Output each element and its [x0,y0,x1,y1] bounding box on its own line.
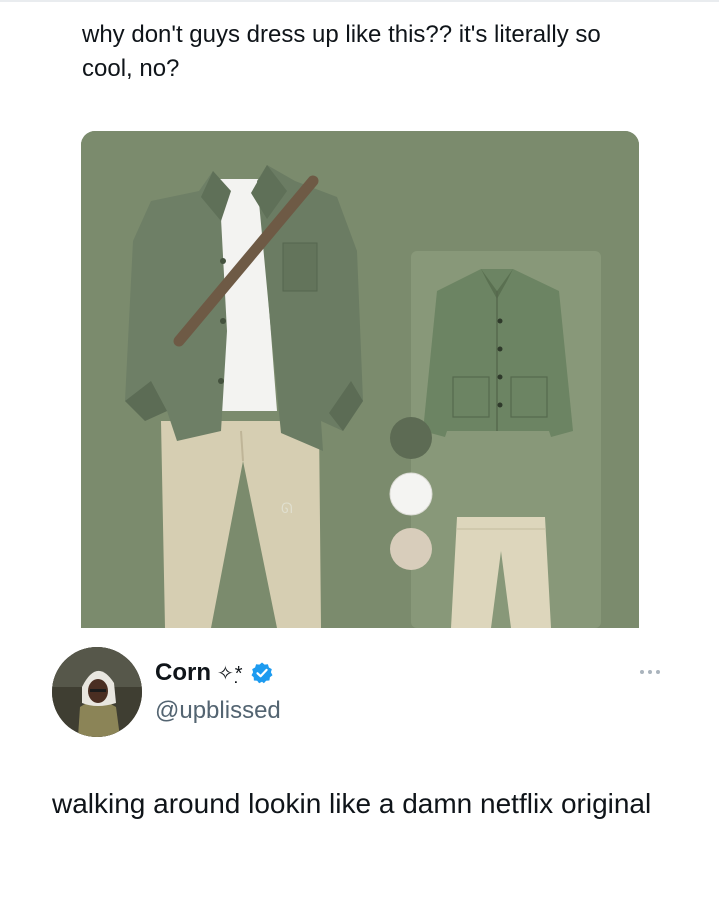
swatch-white [389,472,433,516]
display-name[interactable]: Corn [155,659,211,687]
post-author-row: Corn ✧*̣ @upblissed [52,647,672,737]
name-decoration: ✧*̣ [217,662,244,685]
svg-text:ᘏ: ᘏ [281,500,293,516]
more-options-icon[interactable] [638,665,662,679]
top-divider [0,0,719,2]
avatar[interactable] [52,647,142,737]
name-line: Corn ✧*̣ [155,659,274,687]
outfit-image[interactable]: ᘏ [81,131,639,628]
user-handle[interactable]: @upblissed [155,697,281,725]
quoted-post-text: why don't guys dress up like this?? it's… [82,21,601,82]
swatch-beige [390,528,432,570]
swatch-dark-green [390,417,432,459]
verified-badge-icon [250,661,274,685]
post-text: walking around lookin like a damn netfli… [52,788,652,819]
